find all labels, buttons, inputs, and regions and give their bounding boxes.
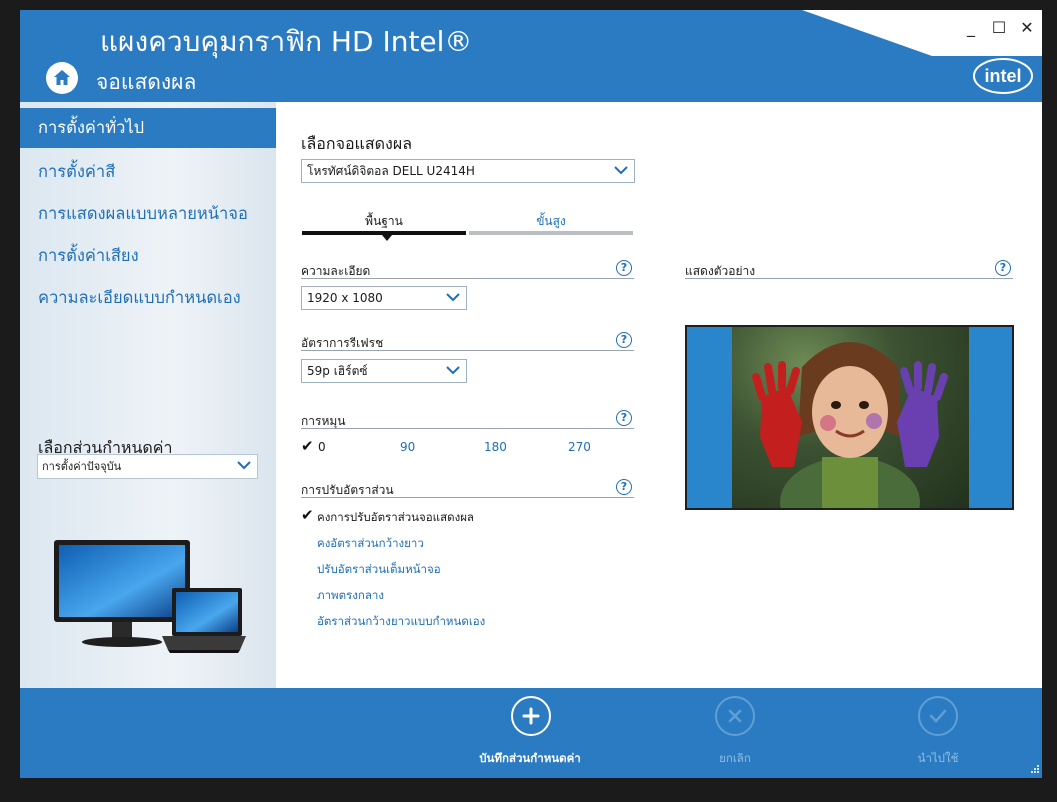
rotation-option-0[interactable]: 0 [318, 440, 326, 454]
close-button[interactable]: ✕ [1018, 18, 1036, 37]
intel-logo-text: intel [984, 66, 1021, 86]
intel-graphics-window: แผงควบคุมกราฟิก HD Intel® จอแสดงผล _ ☐ ✕… [20, 10, 1042, 778]
sidebar-item-audio[interactable]: การตั้งค่าเสียง [20, 236, 276, 276]
refresh-rate-help-icon[interactable]: ? [616, 332, 632, 348]
minimize-button[interactable]: _ [962, 18, 980, 37]
sidebar-item-color[interactable]: การตั้งค่าสี [20, 152, 276, 192]
refresh-rate-select-value: 59p เฮิร์ตซ์ [307, 364, 368, 378]
monitor-laptop-illustration [54, 540, 246, 653]
sidebar-item-multiple-displays[interactable]: การแสดงผลแบบหลายหน้าจอ [20, 194, 276, 234]
action-bar: บันทึกส่วนกำหนดค่า ยกเลิก นำไปใช้ [20, 688, 1042, 778]
x-icon [728, 709, 742, 723]
save-profile-button[interactable] [511, 696, 551, 736]
rotation-help-icon[interactable]: ? [616, 410, 632, 426]
title-bar: แผงควบคุมกราฟิก HD Intel® จอแสดงผล _ ☐ ✕… [20, 10, 1042, 102]
profile-select-value: การตั้งค่าปัจจุบัน [42, 460, 122, 473]
display-preview [685, 325, 1014, 510]
tab-active-caret [382, 235, 392, 241]
home-button[interactable] [46, 62, 78, 94]
sidebar: การตั้งค่าทั่วไป การตั้งค่าสี การแสดงผลแ… [20, 102, 276, 688]
preview-help-icon[interactable]: ? [995, 260, 1011, 276]
intel-logo: intel [973, 58, 1033, 94]
scaling-option-maintain-display[interactable]: คงการปรับอัตราส่วนจอแสดงผล [317, 509, 474, 527]
preview-image [732, 327, 969, 508]
chevron-down-icon [446, 366, 460, 375]
rotation-option-270[interactable]: 270 [568, 440, 591, 454]
scaling-option-custom-aspect[interactable]: อัตราส่วนกว้างยาวแบบกำหนดเอง [317, 613, 485, 631]
display-select-value: โหรทัศน์ดิจิตอล DELL U2414H [307, 164, 475, 178]
chevron-down-icon [614, 166, 628, 175]
display-select[interactable]: โหรทัศน์ดิจิตอล DELL U2414H [301, 159, 635, 183]
sidebar-item-custom-resolution[interactable]: ความละเอียดแบบกำหนดเอง [20, 278, 276, 318]
tab-advanced-indicator [469, 231, 633, 235]
tab-basic[interactable]: พื้นฐาน [302, 212, 466, 231]
refresh-rate-select[interactable]: 59p เฮิร์ตซ์ [301, 359, 467, 383]
home-icon [54, 70, 70, 85]
apply-label[interactable]: นำไปใช้ [888, 750, 988, 768]
resize-grip-icon[interactable] [1028, 764, 1040, 776]
resolution-select[interactable]: 1920 x 1080 [301, 286, 467, 310]
child-painted-hands-image [752, 342, 948, 508]
resolution-select-value: 1920 x 1080 [307, 291, 383, 305]
maximize-button[interactable]: ☐ [990, 18, 1008, 37]
scaling-option-center-image[interactable]: ภาพตรงกลาง [317, 587, 384, 605]
checkmark-icon: ✔ [301, 437, 314, 455]
save-profile-label[interactable]: บันทึกส่วนกำหนดค่า [460, 750, 600, 768]
chevron-down-icon [446, 293, 460, 302]
scaling-option-full-screen[interactable]: ปรับอัตราส่วนเต็มหน้าจอ [317, 561, 441, 579]
display-select-label: เลือกจอแสดงผล [301, 134, 413, 153]
scaling-option-maintain-aspect[interactable]: คงอัตราส่วนกว้างยาว [317, 535, 424, 553]
check-icon [929, 709, 947, 723]
cancel-button[interactable] [715, 696, 755, 736]
tab-advanced[interactable]: ขั้นสูง [469, 212, 633, 231]
plus-icon [522, 707, 540, 725]
page-title: จอแสดงผล [96, 70, 197, 94]
app-title: แผงควบคุมกราฟิก HD Intel® [100, 25, 473, 58]
window-controls: _ ☐ ✕ [962, 18, 1036, 37]
scaling-help-icon[interactable]: ? [616, 479, 632, 495]
cancel-label[interactable]: ยกเลิก [685, 750, 785, 768]
chevron-down-icon [237, 461, 251, 470]
profile-select[interactable]: การตั้งค่าปัจจุบัน [37, 454, 258, 479]
rotation-option-180[interactable]: 180 [484, 440, 507, 454]
resolution-help-icon[interactable]: ? [616, 260, 632, 276]
rotation-option-90[interactable]: 90 [400, 440, 415, 454]
sidebar-item-general[interactable]: การตั้งค่าทั่วไป [20, 108, 276, 148]
apply-button[interactable] [918, 696, 958, 736]
checkmark-icon: ✔ [301, 506, 314, 524]
